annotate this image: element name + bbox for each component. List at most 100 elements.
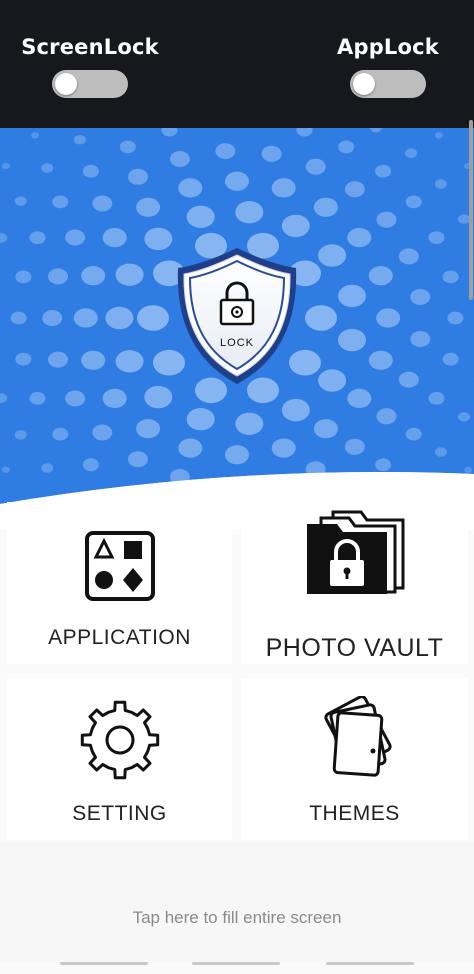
decor-dot — [73, 134, 86, 145]
decor-dot — [271, 438, 296, 458]
application-label: APPLICATION — [48, 626, 191, 649]
screenlock-toggle[interactable] — [52, 70, 128, 98]
decor-dot — [410, 289, 431, 305]
locked-folder-icon — [306, 510, 404, 594]
decor-dot — [14, 196, 27, 206]
fill-screen-link[interactable]: Tap here to fill entire screen — [0, 908, 474, 928]
decor-dot — [398, 371, 419, 388]
decor-dot — [195, 232, 227, 259]
decor-dot — [119, 140, 136, 154]
decor-dot — [215, 143, 236, 160]
decor-dot — [82, 164, 99, 178]
screenlock-toggle-knob — [55, 73, 77, 95]
photo-vault-tile[interactable]: PHOTO VAULT — [241, 502, 468, 664]
decor-dot — [368, 266, 393, 286]
decor-dot — [318, 244, 347, 267]
decor-dot — [178, 438, 203, 458]
decor-dot — [144, 227, 173, 251]
nav-bar-segment-right — [326, 962, 414, 965]
bottom-area — [0, 842, 474, 962]
decor-dot — [442, 270, 459, 284]
applock-label: AppLock — [337, 35, 439, 59]
decor-dot — [48, 268, 68, 285]
hero-banner: LOCK — [0, 128, 474, 530]
decor-dot — [10, 311, 27, 325]
shield-lock-text: LOCK — [220, 337, 254, 349]
decor-dot — [29, 392, 46, 405]
decor-dot — [153, 349, 185, 376]
decor-dot — [52, 195, 69, 209]
decor-dot — [137, 305, 169, 331]
hero-graphic: LOCK — [0, 128, 474, 530]
decor-dot — [428, 392, 445, 405]
decor-dot — [434, 447, 447, 457]
decor-dot — [368, 350, 393, 370]
decor-dot — [102, 388, 127, 408]
decor-dot — [338, 328, 366, 352]
decor-dot — [92, 195, 113, 212]
decor-dot — [375, 164, 392, 178]
decor-dot — [73, 308, 98, 328]
decor-dot — [247, 377, 279, 404]
application-tile[interactable]: APPLICATION — [7, 502, 232, 664]
decor-dot — [186, 205, 215, 228]
decor-dot — [1, 466, 10, 474]
decor-dot — [105, 306, 134, 330]
decor-dot — [15, 270, 32, 284]
decor-dot — [375, 458, 392, 472]
decor-dot — [247, 232, 279, 259]
decor-dot — [115, 263, 144, 286]
decor-dot — [235, 412, 264, 435]
decor-dot — [81, 266, 106, 286]
decor-dot — [65, 390, 86, 407]
decor-dot — [434, 132, 443, 139]
decor-dot — [281, 214, 310, 238]
decor-dot — [344, 181, 365, 198]
decor-dot — [376, 211, 397, 228]
nav-bar-segment-left — [60, 962, 148, 965]
decor-dot — [195, 377, 227, 404]
decor-dot — [305, 305, 337, 331]
decor-dot — [144, 385, 173, 409]
decor-dot — [344, 438, 365, 455]
applock-toggle-group: AppLock — [318, 32, 458, 103]
decor-dot — [186, 408, 215, 431]
themes-tile[interactable]: THEMES — [241, 678, 468, 840]
decor-dot — [15, 352, 32, 366]
screenlock-toggle-group: ScreenLock — [20, 32, 160, 103]
decor-dot — [464, 466, 473, 474]
gear-icon — [80, 700, 159, 780]
decor-dot — [48, 351, 68, 368]
decor-dot — [115, 350, 144, 373]
decor-dot — [281, 398, 310, 422]
decor-dot — [347, 388, 372, 408]
setting-label: SETTING — [72, 802, 167, 825]
decor-dot — [305, 158, 326, 175]
photo-vault-label: PHOTO VAULT — [265, 634, 444, 662]
top-bar: ScreenLock AppLock — [0, 0, 474, 128]
applock-toggle-knob — [353, 73, 375, 95]
decor-dot — [313, 197, 338, 217]
decor-dot — [81, 350, 106, 370]
decor-dot — [405, 148, 418, 158]
decor-dot — [42, 310, 63, 326]
decor-dot — [405, 427, 422, 441]
app-screen: ScreenLock AppLock LOCK APPLICATION PHOT… — [0, 0, 474, 974]
decor-dot — [82, 458, 99, 472]
decor-dot — [128, 451, 148, 468]
decor-dot — [136, 197, 161, 217]
decor-dot — [29, 231, 46, 244]
decor-dot — [14, 430, 27, 440]
decor-dot — [410, 331, 431, 347]
setting-tile[interactable]: SETTING — [7, 678, 232, 840]
decor-dot — [434, 179, 447, 189]
decor-dot — [31, 132, 40, 139]
decor-dot — [178, 178, 203, 198]
decor-dot — [428, 231, 445, 244]
decor-dot — [136, 419, 161, 439]
decor-dot — [313, 419, 338, 439]
decor-dot — [102, 228, 127, 248]
scroll-indicator[interactable] — [469, 120, 473, 300]
applock-toggle[interactable] — [350, 70, 426, 98]
decor-dot — [41, 463, 54, 473]
